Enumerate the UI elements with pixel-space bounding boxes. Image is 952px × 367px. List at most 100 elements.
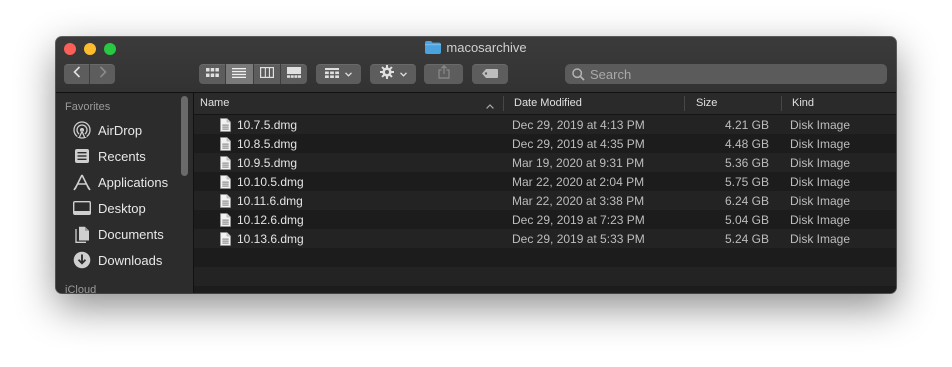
file-kind: Disk Image	[790, 194, 851, 208]
file-date: Dec 29, 2019 at 4:35 PM	[512, 137, 645, 151]
gallery-view-button[interactable]	[279, 64, 307, 84]
empty-row	[194, 248, 896, 267]
finder-window: macosarchive Search Favorites AirDrop Re…	[56, 37, 896, 293]
file-name-cell: 10.12.6.dmg	[220, 210, 304, 229]
search-icon	[572, 67, 585, 81]
sidebar-section-icloud: iCloud	[65, 284, 97, 293]
document-icon	[220, 174, 231, 189]
file-name-cell: 10.7.5.dmg	[220, 115, 297, 134]
file-kind: Disk Image	[790, 118, 851, 132]
sidebar-item-documents[interactable]: Documents	[72, 224, 164, 244]
file-row[interactable]: 10.10.5.dmg Mar 22, 2020 at 2:04 PM 5.75 G…	[194, 172, 896, 191]
file-row[interactable]: 10.7.5.dmg Dec 29, 2019 at 4:13 PM 4.21 GB…	[194, 115, 896, 134]
file-date: Dec 29, 2019 at 5:33 PM	[512, 232, 645, 246]
sidebar-item-label: Documents	[98, 226, 164, 242]
applications-icon	[72, 173, 92, 191]
window-title-bar: macosarchive	[56, 40, 896, 57]
tags-button[interactable]	[472, 64, 508, 84]
list-view-button[interactable]	[225, 64, 253, 84]
column-divider[interactable]	[781, 96, 782, 111]
file-size: 5.24 GB	[724, 232, 769, 246]
sidebar-item-label: Applications	[98, 174, 169, 190]
file-kind: Disk Image	[790, 137, 851, 151]
window-title: macosarchive	[446, 40, 527, 55]
search-field[interactable]	[565, 64, 887, 84]
sidebar-scrollbar[interactable]	[181, 96, 188, 176]
sidebar-item-desktop[interactable]: Desktop	[72, 198, 146, 218]
file-size: 5.04 GB	[724, 213, 769, 227]
sidebar-item-airdrop[interactable]: AirDrop	[72, 120, 142, 140]
action-button[interactable]	[370, 64, 416, 84]
column-header-row: Name Date Modified Size Kind	[194, 93, 896, 115]
group-by-button[interactable]	[316, 64, 361, 84]
group-grid-icon	[325, 65, 339, 83]
file-row[interactable]: 10.11.6.dmg Mar 22, 2020 at 3:38 PM 6.24 G…	[194, 191, 896, 210]
sidebar-item-downloads[interactable]: Downloads	[72, 250, 162, 270]
document-icon	[220, 193, 231, 208]
file-kind: Disk Image	[790, 156, 851, 170]
document-icon	[220, 136, 231, 151]
file-name: 10.13.6.dmg	[237, 231, 304, 246]
file-name-cell: 10.10.5.dmg	[220, 172, 304, 191]
document-icon	[220, 231, 231, 246]
search-input[interactable]	[590, 66, 870, 82]
column-header-kind[interactable]: Kind	[792, 97, 814, 109]
documents-icon	[72, 225, 92, 243]
file-name: 10.7.5.dmg	[237, 117, 298, 132]
file-size: 6.24 GB	[724, 194, 769, 208]
document-icon	[220, 212, 231, 227]
sidebar-item-applications[interactable]: Applications	[72, 172, 168, 192]
file-row[interactable]: 10.8.5.dmg Dec 29, 2019 at 4:35 PM 4.48 GB…	[194, 134, 896, 153]
column-divider[interactable]	[684, 96, 685, 111]
sidebar-section-favorites: Favorites	[65, 101, 111, 113]
desktop-icon	[72, 199, 92, 217]
sort-ascending-icon	[486, 100, 494, 112]
share-button[interactable]	[424, 64, 463, 84]
file-name: 10.12.6.dmg	[237, 212, 304, 227]
file-list: Name Date Modified Size Kind 10.7.5.dmg D…	[194, 93, 896, 293]
file-name-cell: 10.11.6.dmg	[220, 191, 303, 210]
sidebar-item-recents[interactable]: Recents	[72, 146, 146, 166]
icon-view-button[interactable]	[199, 64, 225, 84]
file-size: 5.75 GB	[724, 175, 769, 189]
file-name: 10.11.6.dmg	[237, 193, 303, 208]
column-view-button[interactable]	[252, 64, 280, 84]
navigation-buttons	[64, 64, 115, 84]
sidebar-item-label: Recents	[98, 148, 146, 164]
file-date: Dec 29, 2019 at 7:23 PM	[512, 213, 645, 227]
back-button[interactable]	[64, 64, 89, 84]
folder-icon	[425, 41, 442, 57]
downloads-icon	[72, 251, 92, 269]
file-name-cell: 10.13.6.dmg	[220, 229, 304, 248]
chevron-down-icon	[399, 71, 407, 77]
empty-row	[194, 267, 896, 286]
view-mode-control	[199, 64, 307, 84]
file-row[interactable]: 10.13.6.dmg Dec 29, 2019 at 5:33 PM 5.24 G…	[194, 229, 896, 248]
gear-icon	[379, 64, 394, 84]
file-kind: Disk Image	[790, 232, 851, 246]
empty-row	[194, 286, 896, 293]
file-date: Mar 22, 2020 at 3:38 PM	[512, 194, 645, 208]
file-name: 10.10.5.dmg	[237, 174, 304, 189]
tag-icon	[482, 65, 498, 83]
list-lines-icon	[232, 65, 247, 83]
column-divider[interactable]	[503, 96, 504, 111]
chevron-right-icon	[99, 65, 107, 83]
file-name: 10.8.5.dmg	[237, 136, 298, 151]
file-size: 4.21 GB	[724, 118, 769, 132]
column-header-name[interactable]: Name	[200, 97, 229, 109]
file-size: 5.36 GB	[724, 156, 769, 170]
file-kind: Disk Image	[790, 213, 851, 227]
column-header-date[interactable]: Date Modified	[514, 97, 582, 109]
document-icon	[220, 117, 231, 132]
forward-button[interactable]	[89, 64, 115, 84]
document-icon	[220, 155, 231, 170]
file-row[interactable]: 10.12.6.dmg Dec 29, 2019 at 7:23 PM 5.04 G…	[194, 210, 896, 229]
recents-icon	[72, 147, 92, 165]
file-name-cell: 10.9.5.dmg	[220, 153, 297, 172]
file-name: 10.9.5.dmg	[237, 155, 298, 170]
file-row[interactable]: 10.9.5.dmg Mar 19, 2020 at 9:31 PM 5.36 GB…	[194, 153, 896, 172]
sidebar-item-label: Downloads	[98, 252, 163, 268]
sidebar-item-label: Desktop	[98, 200, 146, 216]
column-header-size[interactable]: Size	[696, 97, 717, 109]
